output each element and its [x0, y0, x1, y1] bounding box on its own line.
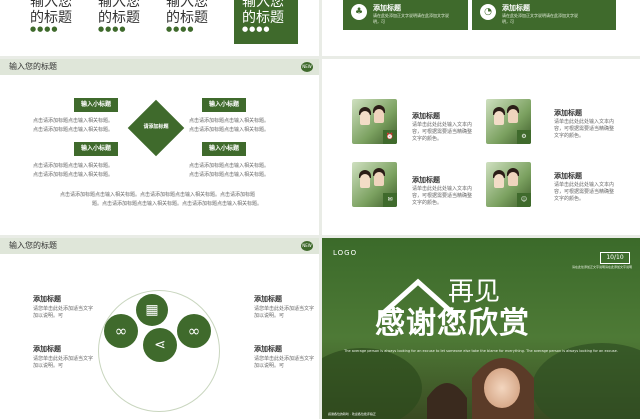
- feature-box: ◔ 添加标题 请在此处添加正文字说明请在此添加文字说明，可: [472, 0, 616, 30]
- item-title: 添加标题: [254, 345, 282, 353]
- center-title: 请添加标题: [143, 124, 169, 130]
- section-title: 输入您的标题: [9, 62, 57, 71]
- body-text: 点击请添加标题点击输入相关标题。: [33, 163, 114, 169]
- slide-thumbnail-1[interactable]: 输入您的标题 ●●●● 输入您的标题 ●●●● 输入您的标题 ●●●● 输入您的…: [0, 0, 319, 56]
- footer-text: 点击请添加标题点击输入相关标题。点击请添加标题点击输入相关标题。点击请添加标题: [60, 192, 256, 198]
- body-text: 点击请添加标题点击输入相关标题。: [33, 172, 114, 178]
- new-badge: NEW: [301, 241, 313, 251]
- item-desc: 请单击此处此处输入文本内容，可根据需要适当精确整文字的颜色。: [412, 186, 473, 206]
- slide-thumbnail-4[interactable]: ⏰ 添加标题 请单击此处此处输入文本内容，可根据需要适当精确整文字的颜色。 ⚙ …: [322, 59, 640, 235]
- tile-dots: ●●●●: [98, 25, 127, 33]
- slide-thumbnail-2[interactable]: ♣ 添加标题 请在此处添加正文字说明请在此添加文字说明，可 ◔ 添加标题 请在此…: [322, 0, 640, 56]
- footer-text: 题。点击请添加标题点击输入相关标题。点击请添加标题点击输入相关标题。: [92, 201, 263, 207]
- gear-icon: ⚙: [517, 130, 531, 144]
- item-desc: 请您单击此处添加适当文字加以说明。可: [254, 306, 315, 319]
- slide-thumbnail-6[interactable]: LOGO 10/10 请在此处添加正文字说明请在此添加文字说明 再见 感谢您欣赏…: [322, 238, 640, 419]
- body-text: 点击请添加标题点击输入相关标题。: [33, 118, 114, 124]
- body-text: 点击请添加标题点击输入相关标题。: [189, 118, 270, 124]
- tile-title: 输入您的标题: [242, 0, 284, 26]
- body-text: 点击请添加标题点击输入相关标题。: [189, 127, 270, 133]
- item-title: 添加标题: [412, 112, 440, 120]
- item-title: 添加标题: [33, 345, 61, 353]
- feature-box: ♣ 添加标题 请在此处添加正文字说明请在此添加文字说明，可: [343, 0, 468, 30]
- item-desc: 请您单击此处添加适当文字加以说明。可: [254, 356, 315, 369]
- feature-title: 添加标题: [373, 4, 401, 12]
- slide-thumbnail-3[interactable]: 输入您的标题 NEW 输入小标题 输入小标题 输入小标题 输入小标题 请添加标题…: [0, 59, 319, 235]
- footer-text: 感谢各位的聆听 · 欢迎各位批评指正: [328, 412, 376, 416]
- calendar-icon: ▦: [136, 294, 168, 326]
- subtitle-pill: 输入小标题: [74, 142, 118, 156]
- item-title: 添加标题: [554, 172, 582, 180]
- item-title: 添加标题: [554, 109, 582, 117]
- slide-thumbnail-5[interactable]: 输入您的标题 NEW ▦ ∞ ∞ ⋖ 添加标题 请您单击此处添加适当文字加以说明…: [0, 238, 319, 419]
- new-badge: NEW: [301, 62, 313, 72]
- item-title: 添加标题: [33, 295, 61, 303]
- tile-highlight: 输入您的标题 ●●●●: [234, 0, 298, 44]
- item-desc: 请单击此处此处输入文本内容，可根据需要适当精确整文字的颜色。: [554, 182, 615, 202]
- body-text: 点击请添加标题点击输入相关标题。: [189, 163, 270, 169]
- page-subtext: 请在此处添加正文字说明请在此添加文字说明: [571, 265, 632, 269]
- photo: ⚙: [486, 99, 531, 144]
- logo: LOGO: [333, 249, 358, 257]
- mail-icon: ✉: [383, 193, 397, 207]
- photo: ☺: [486, 162, 531, 207]
- closing-subtitle: 感谢您欣赏: [375, 306, 530, 341]
- item-desc: 请您单击此处添加适当文字加以说明。可: [33, 306, 94, 319]
- section-header: 输入您的标题 NEW: [0, 59, 319, 75]
- section-title: 输入您的标题: [9, 241, 57, 250]
- body-text: 点击请添加标题点击输入相关标题。: [189, 172, 270, 178]
- link-icon: ∞: [177, 314, 211, 348]
- tree-icon: ♣: [351, 4, 367, 20]
- tile-title: 输入您的标题: [166, 0, 208, 26]
- item-title: 添加标题: [254, 295, 282, 303]
- user-icon: ☺: [517, 193, 531, 207]
- body-text: 点击请添加标题点击输入相关标题。: [33, 127, 114, 133]
- tile-dots: ●●●●: [242, 25, 271, 33]
- feature-title: 添加标题: [502, 4, 530, 12]
- subtitle-pill: 输入小标题: [202, 142, 246, 156]
- pie-chart-icon: ◔: [480, 4, 496, 20]
- photo: ⏰: [352, 99, 397, 144]
- tile-title: 输入您的标题: [30, 0, 72, 26]
- english-subtitle: The average person is always looking for…: [344, 349, 618, 353]
- item-desc: 请您单击此处添加适当文字加以说明。可: [33, 356, 94, 369]
- item-desc: 请单击此处此处输入文本内容，可根据需要适当精确整文字的颜色。: [412, 122, 473, 142]
- alarm-icon: ⏰: [383, 130, 397, 144]
- tile-dots: ●●●●: [166, 25, 195, 33]
- page-indicator: 10/10: [600, 252, 630, 264]
- feature-desc: 请在此处添加正文字说明请在此添加文字说明，可: [373, 13, 449, 24]
- tile-dots: ●●●●: [30, 25, 59, 33]
- share-icon: ⋖: [143, 328, 177, 362]
- item-desc: 请单击此处此处输入文本内容，可根据需要适当精确整文字的颜色。: [554, 119, 615, 139]
- tile-title: 输入您的标题: [98, 0, 140, 26]
- subtitle-pill: 输入小标题: [74, 98, 118, 112]
- subtitle-pill: 输入小标题: [202, 98, 246, 112]
- section-header: 输入您的标题 NEW: [0, 238, 319, 254]
- photo: ✉: [352, 162, 397, 207]
- link-icon: ∞: [104, 314, 138, 348]
- item-title: 添加标题: [412, 176, 440, 184]
- feature-desc: 请在此处添加正文字说明请在此添加文字说明，可: [502, 13, 578, 24]
